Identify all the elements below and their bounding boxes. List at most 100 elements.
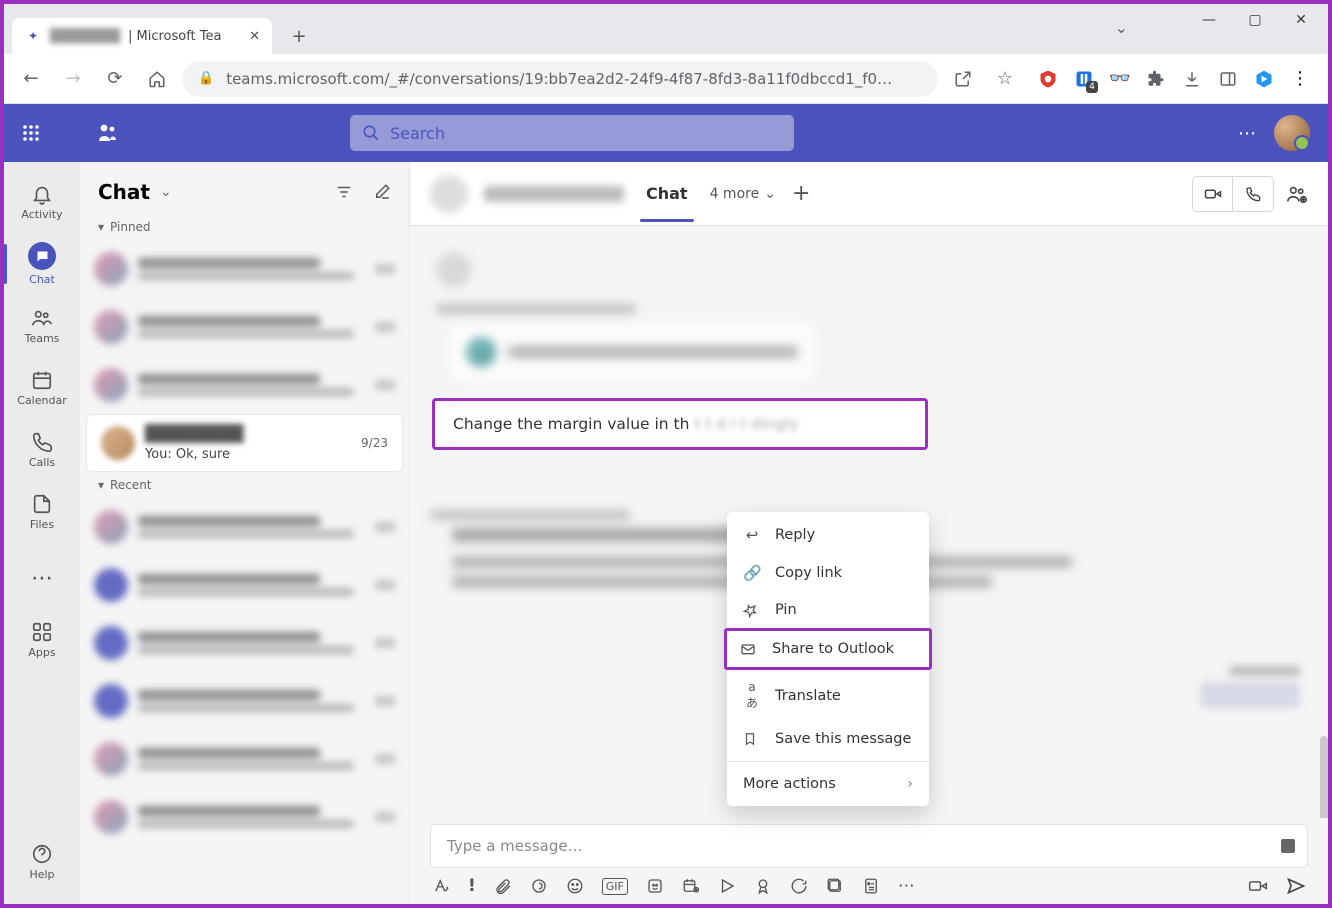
list-item[interactable] <box>80 498 409 556</box>
extensions-puzzle-icon[interactable] <box>1144 67 1168 91</box>
teams-top-bar: Search ⋯ <box>4 104 1328 162</box>
emoji-icon[interactable] <box>566 877 584 895</box>
tab-chat[interactable]: Chat <box>640 166 694 221</box>
lock-icon: 🔒 <box>198 71 214 86</box>
ctx-pin[interactable]: Pin <box>727 592 929 628</box>
rail-apps[interactable]: Apps <box>7 610 77 670</box>
new-chat-icon[interactable] <box>373 183 391 201</box>
scrollbar[interactable] <box>1320 736 1328 818</box>
compose-input[interactable]: Type a message… <box>430 824 1308 868</box>
share-button[interactable] <box>946 62 980 96</box>
search-placeholder: Search <box>390 124 445 143</box>
rail-chat[interactable]: Chat <box>7 234 77 294</box>
browser-chrome: ✦ ███████ | Microsoft Tea ✕ + ⌄ — ▢ ✕ <box>4 4 1328 54</box>
stream-icon[interactable] <box>718 877 736 895</box>
section-recent[interactable]: ▾Recent <box>80 472 409 498</box>
list-item[interactable] <box>80 356 409 414</box>
maximize-button[interactable]: ▢ <box>1232 4 1278 36</box>
list-item[interactable] <box>80 556 409 614</box>
approvals-icon[interactable] <box>790 877 808 895</box>
chevron-down-icon[interactable]: ⌄ <box>160 184 172 200</box>
search-input[interactable]: Search <box>350 115 794 151</box>
chevron-right-icon: › <box>907 776 913 792</box>
list-item[interactable] <box>80 614 409 672</box>
rail-help[interactable]: Help <box>7 832 77 892</box>
send-button[interactable] <box>1286 876 1306 896</box>
people-icon <box>31 307 53 329</box>
list-item[interactable] <box>80 672 409 730</box>
format-icon[interactable] <box>432 877 450 895</box>
polls-icon[interactable] <box>862 877 880 895</box>
chevron-down-icon: ⌄ <box>764 186 776 202</box>
list-item[interactable] <box>80 240 409 298</box>
ctx-translate[interactable]: aあTranslate <box>727 670 929 721</box>
priority-icon[interactable]: ! <box>468 876 476 896</box>
chat-list-title: Chat <box>98 180 150 204</box>
apps-icon <box>31 621 53 643</box>
attach-icon[interactable] <box>494 877 512 895</box>
schedule-icon[interactable] <box>682 877 700 895</box>
ctx-share-outlook[interactable]: Share to Outlook <box>724 628 932 670</box>
ctx-more-actions[interactable]: More actions› <box>727 766 929 802</box>
chat-header: Chat 4 more⌄ + <box>410 162 1328 226</box>
new-tab-button[interactable]: + <box>284 21 314 51</box>
rail-files[interactable]: Files <box>7 482 77 542</box>
viva-icon[interactable] <box>826 877 844 895</box>
pin-icon <box>743 603 761 618</box>
list-item[interactable] <box>80 298 409 356</box>
tab-label: | Microsoft Tea <box>128 29 222 44</box>
user-avatar[interactable] <box>1274 115 1310 151</box>
minimize-button[interactable]: — <box>1186 4 1232 36</box>
audio-call-button[interactable] <box>1233 177 1273 211</box>
reply-preview-blurred <box>1200 666 1300 708</box>
extension-blue-icon[interactable]: 4 <box>1072 67 1096 91</box>
list-item-selected[interactable]: ████████ You: Ok, sure 9/23 <box>86 414 403 472</box>
file-icon <box>31 493 53 515</box>
downloads-icon[interactable] <box>1180 67 1204 91</box>
menu-separator <box>727 761 929 762</box>
add-tab-button[interactable]: + <box>792 181 810 206</box>
video-clip-icon[interactable] <box>1248 876 1268 896</box>
loop-icon[interactable] <box>530 877 548 895</box>
highlighted-message[interactable]: Change the margin value in th t t d l t … <box>432 398 928 450</box>
bookmark-star-icon[interactable]: ☆ <box>988 62 1022 96</box>
settings-more-icon[interactable]: ⋯ <box>1238 123 1258 144</box>
sticker-icon[interactable] <box>646 877 664 895</box>
back-button[interactable]: ← <box>14 62 48 96</box>
gif-icon[interactable]: GIF <box>602 878 628 895</box>
rail-activity[interactable]: Activity <box>7 172 77 232</box>
tab-more[interactable]: 4 more⌄ <box>710 186 776 202</box>
rail-calendar[interactable]: Calendar <box>7 358 77 418</box>
extension-glasses-icon[interactable]: 👓 <box>1108 67 1132 91</box>
rail-calls[interactable]: Calls <box>7 420 77 480</box>
close-window-button[interactable]: ✕ <box>1278 4 1324 36</box>
extension-ublock-icon[interactable] <box>1036 67 1060 91</box>
section-pinned[interactable]: ▾Pinned <box>80 214 409 240</box>
list-item[interactable] <box>80 730 409 788</box>
browser-menu-icon[interactable]: ⋮ <box>1288 67 1312 91</box>
list-item[interactable] <box>80 788 409 846</box>
url-bar[interactable]: 🔒 teams.microsoft.com/_#/conversations/1… <box>182 61 938 97</box>
app-launcher-icon[interactable] <box>22 124 40 142</box>
reload-button[interactable]: ⟳ <box>98 62 132 96</box>
extension-hexagon-icon[interactable] <box>1252 67 1276 91</box>
home-button[interactable] <box>140 62 174 96</box>
rail-label: Apps <box>28 646 55 659</box>
add-people-icon[interactable] <box>1286 183 1308 205</box>
rail-label: Calendar <box>17 394 66 407</box>
filter-icon[interactable] <box>335 183 353 201</box>
rail-more[interactable]: ⋯ <box>7 548 77 608</box>
video-call-button[interactable] <box>1193 177 1233 211</box>
rail-teams[interactable]: Teams <box>7 296 77 356</box>
chat-list-header: Chat ⌄ <box>80 162 409 214</box>
sidepanel-icon[interactable] <box>1216 67 1240 91</box>
tab-close-icon[interactable]: ✕ <box>249 29 260 44</box>
ctx-save[interactable]: Save this message <box>727 721 929 757</box>
tab-strip-chevron-icon[interactable]: ⌄ <box>1115 18 1128 37</box>
ctx-copy-link[interactable]: 🔗Copy link <box>727 554 929 592</box>
ctx-reply[interactable]: ↩Reply <box>727 516 929 554</box>
praise-icon[interactable] <box>754 877 772 895</box>
more-compose-icon[interactable]: ⋯ <box>898 876 915 896</box>
browser-tab[interactable]: ✦ ███████ | Microsoft Tea ✕ <box>12 18 272 54</box>
forward-button[interactable]: → <box>56 62 90 96</box>
